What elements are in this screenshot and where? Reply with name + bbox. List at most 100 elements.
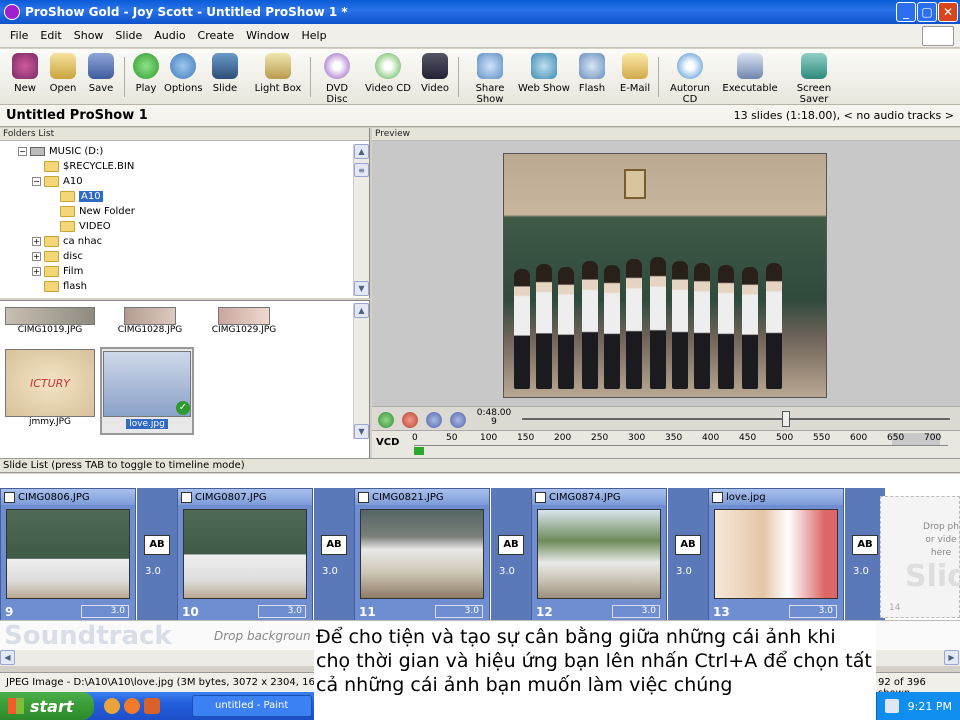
menu-edit[interactable]: Edit [34,29,67,42]
slide-checkbox[interactable] [712,491,723,503]
scroll-right-icon[interactable]: ▶ [944,650,959,665]
file-thumb[interactable]: CIMG1019.JPG [4,307,96,335]
drop-zone[interactable]: Drop ph or vide here Slid 14 [880,496,960,618]
tray-icon[interactable] [885,699,899,713]
menu-window[interactable]: Window [240,29,295,42]
tree-item-recycle[interactable]: $RECYCLE.BIN [44,159,134,174]
flash-button[interactable]: Flash [574,53,610,94]
open-button[interactable]: Open [46,53,80,94]
slide-checkbox[interactable] [535,491,546,503]
close-button[interactable]: ✕ [938,2,958,22]
tree-item-ca-nhac[interactable]: + ca nhac [32,234,102,249]
slide-duration[interactable]: 3.0 [612,605,660,618]
share-show-button[interactable]: Share Show [462,53,518,105]
collapse-icon[interactable]: − [32,177,41,186]
slide-duration[interactable]: 3.0 [258,605,306,618]
slide-checkbox[interactable] [181,491,192,503]
slide-duration[interactable]: 3.0 [789,605,837,618]
menu-create[interactable]: Create [192,29,241,42]
transition-item[interactable]: AB 3.0 [491,488,531,622]
tree-item-drive[interactable]: − MUSIC (D:) [18,144,103,159]
stop-icon[interactable] [402,412,418,428]
playback-slider-thumb[interactable] [782,411,790,427]
scroll-up-icon[interactable]: ▲ [354,144,369,159]
light-box-button[interactable]: Light Box [254,53,302,94]
quicklaunch-icon[interactable] [124,698,140,714]
transition-icon[interactable]: AB [675,535,701,555]
files-scrollbar[interactable]: ▲ ▼ [353,303,369,439]
play-icon[interactable] [378,412,394,428]
video-cd-button[interactable]: Video CD [364,53,412,94]
slide-item[interactable]: CIMG0821.JPG 11 3.0 [354,488,490,622]
slide-item[interactable]: love.jpg 13 3.0 [708,488,844,622]
transition-icon[interactable]: AB [321,535,347,555]
start-button[interactable]: start [0,692,94,720]
slide-button[interactable]: Slide [208,53,242,94]
transition-item[interactable]: AB 3.0 [314,488,354,622]
expand-icon[interactable]: + [32,267,41,276]
file-thumb[interactable]: CIMG1029.JPG [198,307,290,335]
file-thumb[interactable]: ICTURY jmmy.JPG [4,349,96,427]
next-icon[interactable] [450,412,466,428]
transition-item[interactable]: AB 3.0 [137,488,177,622]
tree-item-flash[interactable]: flash [44,279,87,294]
expand-icon[interactable]: + [32,237,41,246]
executable-button[interactable]: Executable [722,53,778,94]
transition-icon[interactable]: AB [144,535,170,555]
taskbar-paint-button[interactable]: untitled - Paint [192,695,312,717]
transition-item[interactable]: AB 3.0 [845,488,885,622]
screen-saver-button[interactable]: Screen Saver [782,53,846,105]
tree-item-a10-sub[interactable]: A10 [60,189,103,204]
tree-item-video[interactable]: VIDEO [60,219,111,234]
slide-number: 13 [713,605,730,619]
menu-file[interactable]: File [4,29,34,42]
size-ruler: VCD 0 50 100 150 200 250 300 350 400 450… [372,430,960,458]
tree-item-disc[interactable]: + disc [32,249,83,264]
scroll-up-icon[interactable]: ▲ [354,303,369,318]
expand-icon[interactable]: + [32,252,41,261]
folder-scrollbar[interactable]: ▲ ≡ ▼ [353,144,369,296]
maximize-button[interactable]: ▢ [917,2,937,22]
slide-checkbox[interactable] [358,491,369,503]
slide-item[interactable]: CIMG0874.JPG 12 3.0 [531,488,667,622]
tree-item-film[interactable]: + Film [32,264,83,279]
play-button[interactable]: Play [130,53,162,94]
tree-item-a10[interactable]: − A10 [32,174,83,189]
collapse-icon[interactable]: − [18,147,27,156]
file-thumb[interactable]: CIMG1028.JPG [104,307,196,335]
quicklaunch-icon[interactable] [104,698,120,714]
slide-checkbox[interactable] [4,491,15,503]
transition-icon[interactable]: AB [498,535,524,555]
previous-icon[interactable] [426,412,442,428]
dvd-disc-button[interactable]: DVD Disc [314,53,360,105]
scroll-down-icon[interactable]: ▼ [354,424,369,439]
save-button[interactable]: Save [84,53,118,94]
minimize-button[interactable]: _ [896,2,916,22]
options-label: Options [164,83,203,94]
transition-icon[interactable]: AB [852,535,878,555]
slide-duration[interactable]: 3.0 [81,605,129,618]
menu-slide[interactable]: Slide [109,29,148,42]
autorun-cd-button[interactable]: Autorun CD [662,53,718,105]
folder-icon [44,161,59,172]
video-button[interactable]: Video [418,53,452,94]
slide-item[interactable]: CIMG0806.JPG 9 3.0 [0,488,136,622]
transition-item[interactable]: AB 3.0 [668,488,708,622]
playback-slider-track[interactable] [522,418,950,420]
slide-duration[interactable]: 3.0 [435,605,483,618]
slide-name: CIMG0807.JPG [195,491,267,503]
quicklaunch-icon[interactable] [144,698,160,714]
email-button[interactable]: E-Mail [616,53,654,94]
menu-audio[interactable]: Audio [148,29,191,42]
options-button[interactable]: Options [164,53,203,94]
scroll-thumb[interactable]: ≡ [354,163,369,177]
scroll-down-icon[interactable]: ▼ [354,281,369,296]
file-thumb-selected[interactable]: love.jpg ✓ [100,347,194,435]
scroll-left-icon[interactable]: ◀ [0,650,15,665]
new-button[interactable]: New [8,53,42,94]
slide-item[interactable]: CIMG0807.JPG 10 3.0 [177,488,313,622]
menu-show[interactable]: Show [68,29,110,42]
menu-help[interactable]: Help [295,29,332,42]
tree-item-new-folder[interactable]: New Folder [60,204,135,219]
web-show-button[interactable]: Web Show [518,53,570,94]
